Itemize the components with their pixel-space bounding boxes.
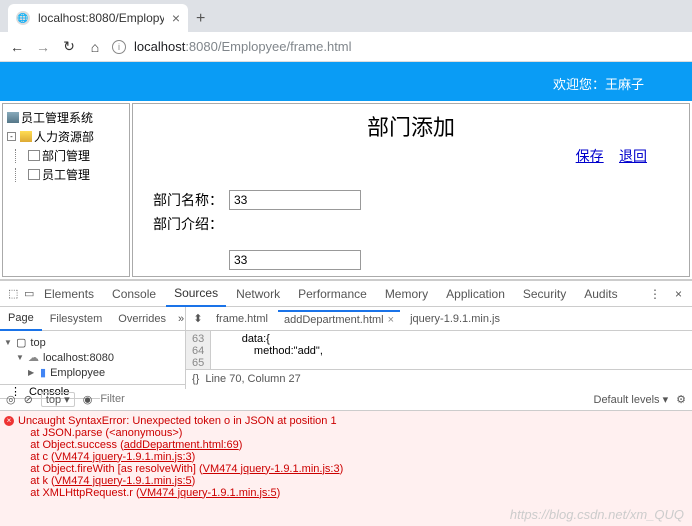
- page-frame: 欢迎您：王麻子 员工管理系统 -人力资源部 部门管理 员工管理 部门添加 保存 …: [0, 62, 692, 280]
- stack-link[interactable]: addDepartment.html:69: [124, 439, 239, 451]
- tree-top[interactable]: ▼▢top: [4, 335, 181, 350]
- nav-home-icon[interactable]: ⌂: [86, 39, 104, 55]
- nav-reload-icon[interactable]: ↻: [60, 38, 78, 55]
- welcome-banner: 欢迎您：王麻子: [0, 62, 692, 101]
- tab-performance[interactable]: Performance: [290, 281, 375, 307]
- tab-application[interactable]: Application: [438, 281, 513, 307]
- file-tab-add[interactable]: addDepartment.html×: [278, 310, 400, 328]
- inspect-icon[interactable]: ⬚: [4, 287, 18, 300]
- tab-audits[interactable]: Audits: [576, 281, 625, 307]
- input-dept-name[interactable]: [229, 190, 361, 210]
- console-settings-icon[interactable]: ⚙: [676, 393, 686, 406]
- label-dept-desc: 部门介绍：: [151, 214, 223, 234]
- devtools-tabs: ⬚ ▭ Elements Console Sources Network Per…: [0, 281, 692, 307]
- devtools-close-icon[interactable]: ×: [669, 287, 688, 301]
- tab-close-icon[interactable]: ×: [172, 10, 180, 26]
- tree-toggle-icon[interactable]: -: [7, 132, 16, 141]
- tab-security[interactable]: Security: [515, 281, 574, 307]
- tab-memory[interactable]: Memory: [377, 281, 436, 307]
- subtab-overrides[interactable]: Overrides: [110, 307, 174, 331]
- error-icon: ×: [4, 416, 14, 426]
- stack-link[interactable]: VM474 jquery-1.9.1.min.js:3: [203, 463, 340, 475]
- file-tab-jq[interactable]: jquery-1.9.1.min.js: [404, 311, 506, 327]
- code-editor[interactable]: 636465 data:{ method:"add",: [186, 331, 692, 369]
- console-eye-icon[interactable]: ◉: [83, 393, 93, 406]
- browser-tab-strip: 🌐 localhost:8080/Emplopyee/fra × +: [0, 0, 692, 32]
- welcome-text: 欢迎您：王麻子: [553, 74, 644, 93]
- devtools: ⬚ ▭ Elements Console Sources Network Per…: [0, 280, 692, 526]
- file-tab-frame[interactable]: frame.html: [210, 311, 274, 327]
- new-tab-button[interactable]: +: [196, 10, 205, 28]
- stack-link[interactable]: VM474 jquery-1.9.1.min.js:3: [55, 451, 192, 463]
- url-display[interactable]: localhost:8080/Emplopyee/frame.html: [134, 39, 684, 54]
- subtab-filesystem[interactable]: Filesystem: [42, 307, 111, 331]
- console-filter[interactable]: [100, 393, 585, 405]
- console-context[interactable]: top ▾: [41, 392, 75, 407]
- tab-sources[interactable]: Sources: [166, 281, 226, 307]
- tab-favicon: 🌐: [16, 11, 30, 25]
- file-tab-close-icon[interactable]: ×: [388, 314, 394, 326]
- browser-tab[interactable]: 🌐 localhost:8080/Emplopyee/fra ×: [8, 4, 188, 32]
- watermark: https://blog.csdn.net/xm_QUQ: [510, 507, 684, 522]
- tab-elements[interactable]: Elements: [36, 281, 102, 307]
- tree-hr[interactable]: -人力资源部: [7, 127, 125, 146]
- subtab-page[interactable]: Page: [0, 307, 42, 331]
- devtools-menu-icon[interactable]: ⋮: [643, 287, 667, 301]
- page-title: 部门添加: [151, 110, 671, 142]
- save-link[interactable]: 保存: [576, 148, 604, 164]
- main-panel: 部门添加 保存 退回 部门名称： 部门介绍：: [132, 103, 690, 277]
- tree-folder[interactable]: ▶▮Emplopyee: [4, 365, 181, 380]
- tree-emp-mgmt[interactable]: 员工管理: [15, 165, 125, 184]
- label-dept-name: 部门名称：: [151, 190, 223, 210]
- tab-console[interactable]: Console: [104, 281, 164, 307]
- tab-network[interactable]: Network: [228, 281, 288, 307]
- back-link[interactable]: 退回: [619, 148, 647, 164]
- stack-link[interactable]: VM474 jquery-1.9.1.min.js:5: [55, 475, 192, 487]
- file-nav-icon[interactable]: ⬍: [190, 312, 206, 325]
- console-sidebar-icon[interactable]: ◎: [6, 393, 16, 406]
- site-info-icon[interactable]: i: [112, 40, 126, 54]
- tab-title: localhost:8080/Emplopyee/fra: [38, 11, 164, 25]
- tree-dept-mgmt[interactable]: 部门管理: [15, 146, 125, 165]
- tree-host[interactable]: ▼☁localhost:8080: [4, 350, 181, 365]
- address-bar: ← → ↻ ⌂ i localhost:8080/Emplopyee/frame…: [0, 32, 692, 62]
- console-levels[interactable]: Default levels ▾: [594, 393, 669, 406]
- input-dept-desc[interactable]: [229, 250, 361, 270]
- console-clear-icon[interactable]: ⊘: [24, 393, 33, 406]
- nav-forward-icon: →: [34, 39, 52, 55]
- device-icon[interactable]: ▭: [20, 287, 34, 300]
- sources-tree: ▼▢top ▼☁localhost:8080 ▶▮Emplopyee: [0, 331, 185, 384]
- tree-root[interactable]: 员工管理系统: [7, 108, 125, 127]
- stack-link[interactable]: VM474 jquery-1.9.1.min.js:5: [140, 487, 277, 499]
- cursor-status: Line 70, Column 27: [205, 373, 300, 385]
- nav-back-icon[interactable]: ←: [8, 39, 26, 55]
- nav-tree: 员工管理系统 -人力资源部 部门管理 员工管理: [2, 103, 130, 277]
